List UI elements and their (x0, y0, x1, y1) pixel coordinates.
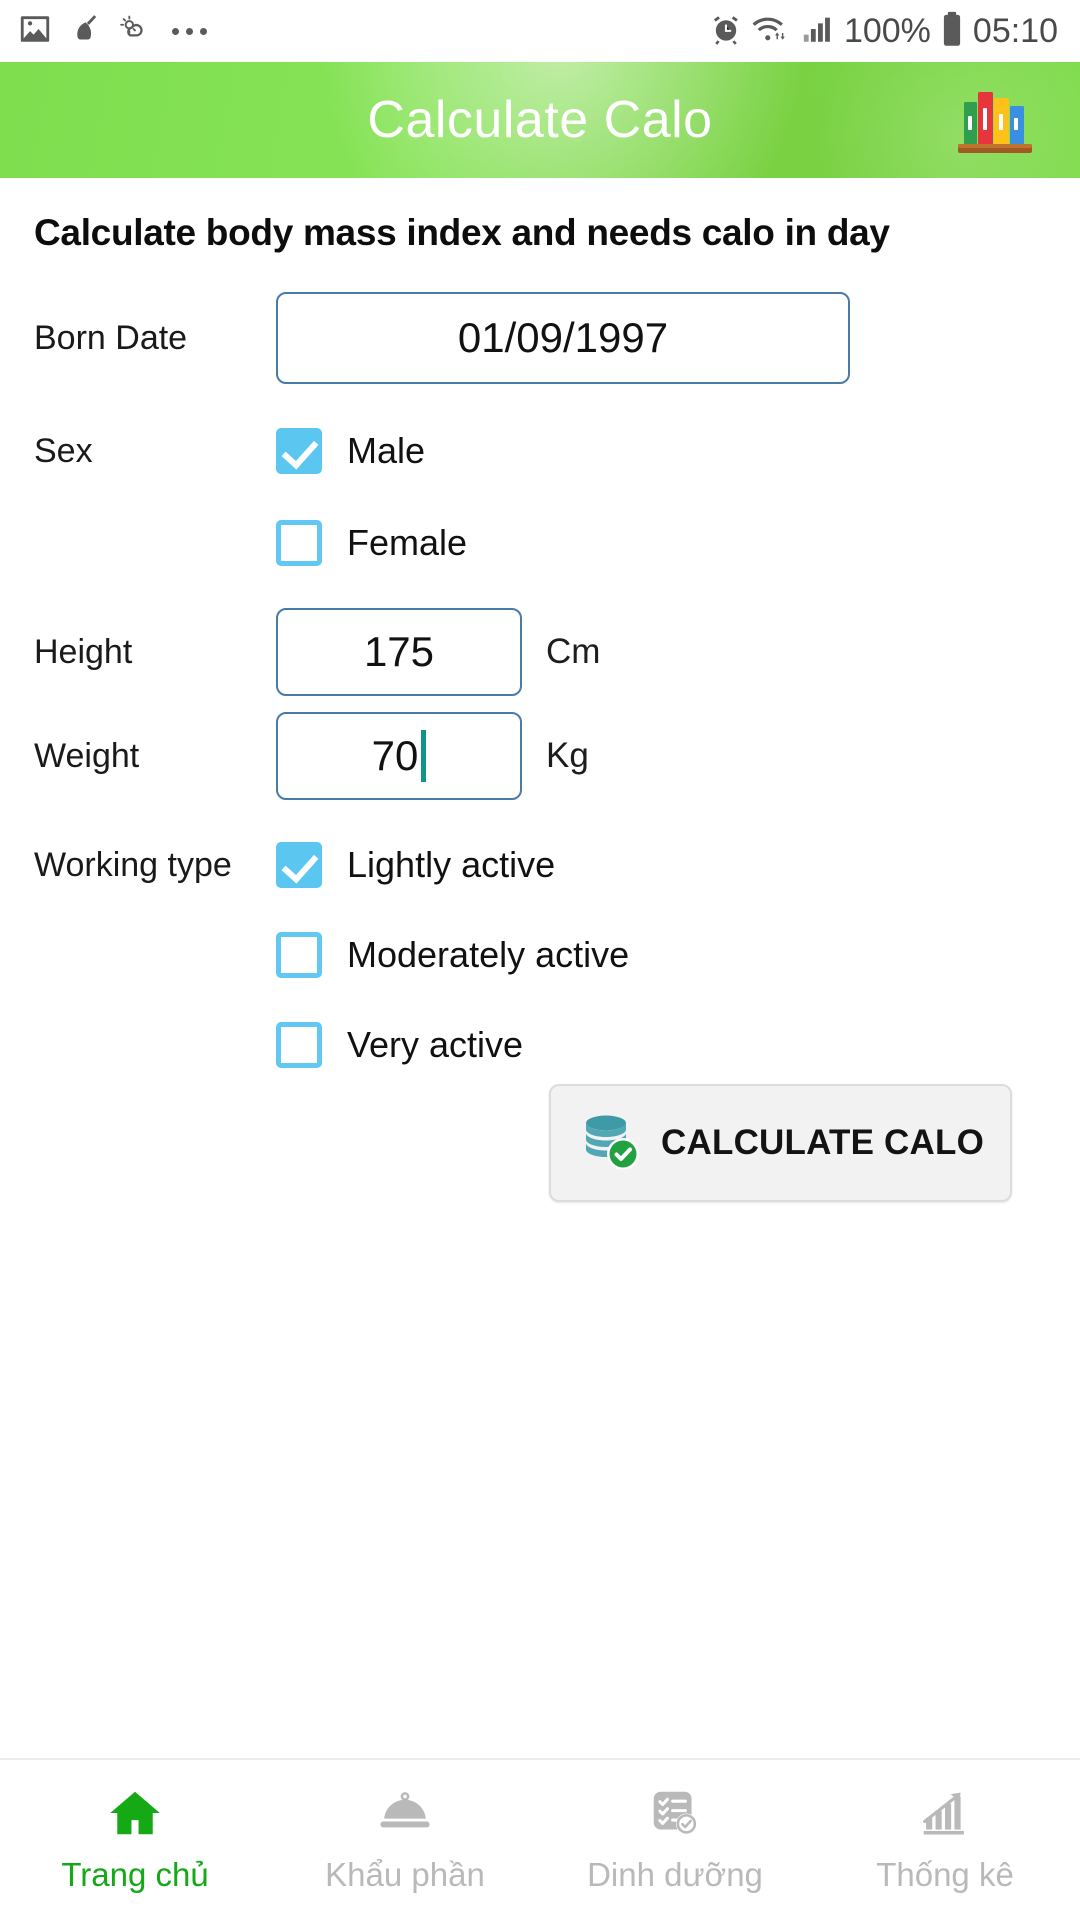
nav-item-thong-ke[interactable]: Thống kê (810, 1760, 1080, 1920)
sex-label: Sex (34, 431, 93, 470)
weather-icon (118, 12, 152, 51)
food-dome-icon (376, 1787, 434, 1844)
sex-row-female: Female (34, 520, 1046, 566)
nav-item-trang-chu[interactable]: Trang chủ (0, 1760, 270, 1920)
nav-item-khau-phan-label: Khẩu phần (325, 1855, 485, 1893)
submit-row: CALCULATE CALO (34, 1084, 1046, 1234)
checkbox-male[interactable] (276, 428, 322, 474)
app-screen: 100% 05:10 Calculate Calo Calculate body… (0, 0, 1080, 1920)
main-content: Calculate body mass index and needs calo… (0, 178, 1080, 1758)
status-bar: 100% 05:10 (0, 0, 1080, 62)
checkbox-moderately-active[interactable] (276, 932, 322, 978)
weight-label: Weight (34, 736, 140, 775)
weight-input-value: 70 (371, 732, 419, 779)
checkbox-very-active-label: Very active (347, 1024, 524, 1065)
nav-item-dinh-duong[interactable]: Dinh dưỡng (540, 1760, 810, 1920)
weight-row: Weight 70 Kg (34, 712, 1046, 800)
checkbox-male-label: Male (347, 430, 426, 471)
weight-unit-label: Kg (546, 736, 589, 775)
calorie-form: Born Date 01/09/1997 Sex Male Female Hei… (34, 292, 1046, 1234)
more-dots-icon (172, 27, 207, 35)
height-input[interactable]: 175 (276, 608, 522, 696)
nav-item-trang-chu-label: Trang chủ (61, 1855, 209, 1893)
weight-input[interactable]: 70 (276, 712, 522, 800)
clock-time: 05:10 (972, 11, 1058, 50)
born-date-row: Born Date 01/09/1997 (34, 292, 1046, 384)
height-label: Height (34, 632, 133, 671)
nav-item-khau-phan[interactable]: Khẩu phần (270, 1760, 540, 1920)
cellular-signal-icon (801, 12, 835, 51)
database-check-icon (577, 1108, 643, 1179)
born-date-input[interactable]: 01/09/1997 (276, 292, 850, 384)
checklist-check-icon (646, 1787, 704, 1844)
calculate-calo-button-label: CALCULATE CALO (661, 1123, 984, 1162)
sex-row-male: Sex Male (34, 428, 1046, 474)
status-bar-left-icons (18, 12, 207, 51)
app-bar-title: Calculate Calo (367, 91, 713, 149)
bottom-navigation: Trang chủ Khẩu phần Dinh dưỡng Thống kê (0, 1758, 1080, 1920)
working-type-row-lightly: Working type Lightly active (34, 842, 1046, 888)
working-type-row-very: Very active (34, 1022, 1046, 1068)
born-date-label: Born Date (34, 318, 188, 357)
battery-full-icon (940, 11, 964, 52)
height-row: Height 175 Cm (34, 608, 1046, 696)
working-type-label: Working type (34, 845, 232, 884)
calculate-calo-button[interactable]: CALCULATE CALO (549, 1084, 1012, 1202)
text-caret (421, 730, 427, 782)
app-bar: Calculate Calo (0, 62, 1080, 178)
nav-item-dinh-duong-label: Dinh dưỡng (587, 1855, 763, 1893)
broom-icon (68, 12, 102, 51)
nav-item-thong-ke-label: Thống kê (876, 1855, 1014, 1893)
page-title: Calculate body mass index and needs calo… (34, 212, 890, 253)
alarm-clock-icon (709, 12, 743, 51)
working-type-row-moderately: Moderately active (34, 932, 1046, 978)
checkbox-very-active[interactable] (276, 1022, 322, 1068)
checkbox-female[interactable] (276, 520, 322, 566)
home-icon (106, 1787, 164, 1844)
checkbox-lightly-active-label: Lightly active (347, 844, 556, 885)
image-icon (18, 12, 52, 51)
battery-percent-label: 100% (843, 11, 931, 50)
bar-chart-arrow-icon (916, 1787, 974, 1844)
checkbox-moderately-active-label: Moderately active (347, 934, 630, 975)
checkbox-lightly-active[interactable] (276, 842, 322, 888)
status-bar-right-icons: 100% 05:10 (709, 11, 1058, 52)
books-shelf-icon[interactable] (950, 84, 1042, 156)
checkbox-female-label: Female (347, 522, 468, 563)
height-unit-label: Cm (546, 632, 601, 671)
wifi-icon (752, 12, 792, 51)
